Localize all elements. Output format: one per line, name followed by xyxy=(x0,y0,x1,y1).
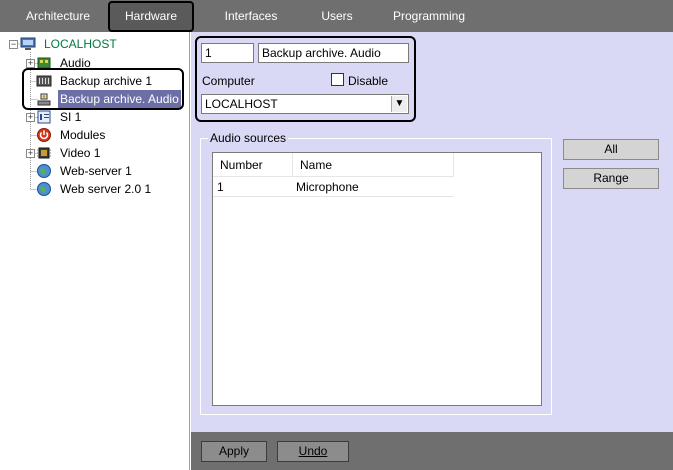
disable-checkbox[interactable] xyxy=(331,73,344,86)
table-row[interactable]: 1 Microphone xyxy=(213,177,454,197)
column-header-number[interactable]: Number xyxy=(213,153,293,177)
computer-select-value: LOCALHOST xyxy=(205,97,278,111)
expand-audio-icon[interactable]: + xyxy=(26,59,35,68)
computer-label: Computer xyxy=(202,74,255,88)
disable-label: Disable xyxy=(348,74,389,88)
cell-number: 1 xyxy=(217,180,224,194)
audio-sources-title: Audio sources xyxy=(208,131,289,145)
collapse-root-icon[interactable]: − xyxy=(9,40,18,49)
name-field[interactable]: Backup archive. Audio xyxy=(258,43,409,63)
expand-si-icon[interactable]: + xyxy=(26,113,35,122)
chip-icon xyxy=(36,145,52,161)
chevron-down-icon[interactable]: ▼ xyxy=(391,96,407,112)
tree-root-label: LOCALHOST xyxy=(44,37,117,51)
tree-item-label: Web-server 1 xyxy=(60,164,132,178)
tree-item-label: Video 1 xyxy=(60,146,101,160)
tree-item-label: Modules xyxy=(60,128,106,142)
tree-item-label: Web server 2.0 1 xyxy=(60,182,152,196)
id-field[interactable]: 1 xyxy=(201,43,254,63)
tab-interfaces[interactable]: Interfaces xyxy=(214,0,288,32)
top-tab-bar: Architecture Hardware Interfaces Users P… xyxy=(0,0,673,32)
globe-icon xyxy=(36,163,52,179)
highlight-callout xyxy=(22,68,184,110)
all-button[interactable]: All xyxy=(563,139,659,160)
hardware-tree: − LOCALHOST + Audio Backup archive 1 Bac… xyxy=(0,32,190,470)
expand-video-icon[interactable]: + xyxy=(26,149,35,158)
si-icon xyxy=(36,109,52,125)
power-icon xyxy=(36,127,52,143)
tab-architecture[interactable]: Architecture xyxy=(14,0,102,32)
tab-programming[interactable]: Programming xyxy=(388,0,470,32)
table-header: Number Name xyxy=(213,153,454,177)
audio-sources-table: Number Name 1 Microphone xyxy=(212,152,542,406)
tree-item-label: SI 1 xyxy=(60,110,82,124)
undo-button[interactable]: Undo xyxy=(277,441,349,462)
range-button[interactable]: Range xyxy=(563,168,659,189)
cell-name: Microphone xyxy=(296,180,359,194)
tab-hardware[interactable]: Hardware xyxy=(108,1,194,32)
computer-icon xyxy=(20,36,36,52)
apply-button[interactable]: Apply xyxy=(201,441,267,462)
tab-users[interactable]: Users xyxy=(310,0,364,32)
column-header-name[interactable]: Name xyxy=(294,153,454,177)
computer-select[interactable]: LOCALHOST ▼ xyxy=(201,94,409,114)
globe-icon xyxy=(36,181,52,197)
